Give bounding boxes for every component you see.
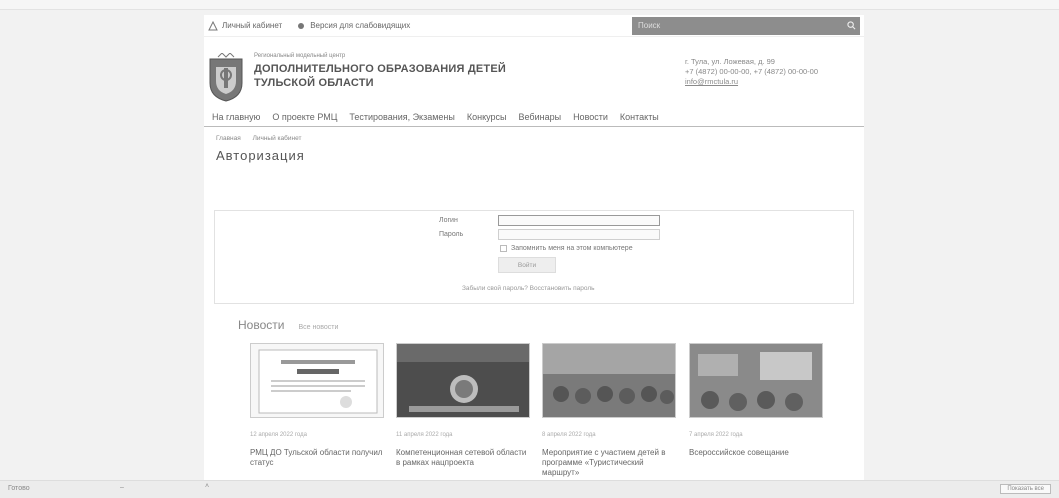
remember-label: Запомнить меня на этом компьютере bbox=[511, 245, 633, 252]
news-title[interactable]: Компетенционная сетевой области в рамках… bbox=[396, 448, 530, 468]
divider-icon: – bbox=[120, 484, 124, 491]
nav-item-news[interactable]: Новости bbox=[567, 112, 614, 122]
browser-window: Личный кабинет Версия для слабовидящих П… bbox=[0, 0, 1059, 498]
brand-block[interactable]: Региональный модельный центр ДОПОЛНИТЕЛЬ… bbox=[254, 53, 506, 107]
nav-item-tests[interactable]: Тестирования, Экзамены bbox=[343, 112, 461, 122]
contact-address: г. Тула, ул. Ложевая, д. 99 bbox=[685, 57, 775, 66]
search-icon[interactable] bbox=[842, 17, 860, 35]
username-field[interactable] bbox=[498, 215, 660, 226]
breadcrumb-current: Личный кабинет bbox=[252, 135, 302, 142]
news-date: 8 апреля 2022 года bbox=[542, 432, 596, 438]
event-banner-image[interactable] bbox=[396, 343, 530, 418]
chevron-up-icon[interactable]: ˄ bbox=[205, 483, 209, 490]
coat-of-arms-logo[interactable] bbox=[204, 53, 248, 103]
show-all-button[interactable]: Показать все bbox=[1000, 484, 1051, 494]
remember-checkbox[interactable] bbox=[500, 245, 507, 252]
forgot-password-link[interactable]: Забыли свой пароль? Восстановить пароль bbox=[462, 285, 595, 292]
all-news-link[interactable]: Все новости bbox=[298, 324, 338, 331]
nav-item-home[interactable]: На главную bbox=[204, 112, 266, 122]
brand-subtitle: Региональный модельный центр bbox=[254, 53, 346, 59]
login-button[interactable]: Войти bbox=[498, 257, 556, 273]
news-card[interactable]: 7 апреля 2022 года Всероссийское совещан… bbox=[689, 343, 823, 458]
login-form: Логин Пароль Запомнить меня на этом комп… bbox=[214, 210, 854, 304]
contact-phone: +7 (4872) 00-00-00, +7 (4872) 00-00-00 bbox=[685, 67, 819, 76]
news-date: 11 апреля 2022 года bbox=[396, 432, 453, 438]
search-input[interactable]: Поиск bbox=[632, 16, 860, 35]
nav-item-about[interactable]: О проекте РМЦ bbox=[266, 112, 343, 122]
news-heading: Новости bbox=[238, 318, 285, 332]
contacts-block: г. Тула, ул. Ложевая, д. 99 +7 (4872) 00… bbox=[685, 53, 860, 107]
news-date: 7 апреля 2022 года bbox=[689, 432, 743, 438]
breadcrumb-home-link[interactable]: Главная bbox=[216, 135, 241, 142]
browser-top-strip bbox=[0, 0, 1059, 10]
status-bar: Готово – ˄ Показать все bbox=[0, 480, 1059, 498]
password-field[interactable] bbox=[498, 229, 660, 240]
news-card[interactable]: 12 апреля 2022 года РМЦ ДО Тульской обла… bbox=[250, 343, 384, 468]
page-title: Авторизация bbox=[216, 148, 305, 163]
nav-item-webinars[interactable]: Вебинары bbox=[513, 112, 568, 122]
nav-item-contacts[interactable]: Контакты bbox=[614, 112, 665, 122]
search-placeholder: Поиск bbox=[638, 21, 661, 30]
main-nav: На главную О проекте РМЦ Тестирования, Э… bbox=[204, 107, 864, 127]
certificate-image[interactable] bbox=[250, 343, 384, 418]
eye-icon bbox=[298, 22, 305, 29]
username-label: Логин bbox=[439, 217, 458, 224]
outdoor-group-image[interactable] bbox=[542, 343, 676, 418]
meeting-image[interactable] bbox=[689, 343, 823, 418]
nav-item-contests[interactable]: Конкурсы bbox=[461, 112, 513, 122]
breadcrumb: Главная Личный кабинет bbox=[204, 127, 864, 142]
account-icon bbox=[208, 20, 218, 30]
personal-account-label: Личный кабинет bbox=[222, 21, 283, 30]
status-text: Готово bbox=[8, 485, 30, 492]
password-label: Пароль bbox=[439, 231, 464, 238]
personal-account-link[interactable]: Личный кабинет bbox=[208, 20, 283, 31]
brand-title-line2: ТУЛЬСКОЙ ОБЛАСТИ bbox=[254, 77, 374, 89]
accessibility-label: Версия для слабовидящих bbox=[310, 21, 411, 30]
news-title[interactable]: РМЦ ДО Тульской области получил статус bbox=[250, 448, 384, 468]
news-card[interactable]: 11 апреля 2022 года Компетенционная сете… bbox=[396, 343, 530, 468]
news-title[interactable]: Всероссийское совещание bbox=[689, 448, 823, 458]
top-bar: Личный кабинет Версия для слабовидящих П… bbox=[204, 15, 864, 37]
news-title[interactable]: Мероприятие с участием детей в программе… bbox=[542, 448, 676, 478]
accessibility-link[interactable]: Версия для слабовидящих bbox=[296, 21, 410, 31]
news-header: Новости Все новости bbox=[238, 318, 338, 332]
website: Личный кабинет Версия для слабовидящих П… bbox=[204, 15, 864, 481]
news-card[interactable]: 8 апреля 2022 года Мероприятие с участие… bbox=[542, 343, 676, 478]
site-header: Региональный модельный центр ДОПОЛНИТЕЛЬ… bbox=[204, 37, 864, 107]
brand-title-line1: ДОПОЛНИТЕЛЬНОГО ОБРАЗОВАНИЯ ДЕТЕЙ bbox=[254, 63, 506, 75]
contact-email-link[interactable]: info@rmctula.ru bbox=[685, 77, 860, 87]
news-date: 12 апреля 2022 года bbox=[250, 432, 307, 438]
